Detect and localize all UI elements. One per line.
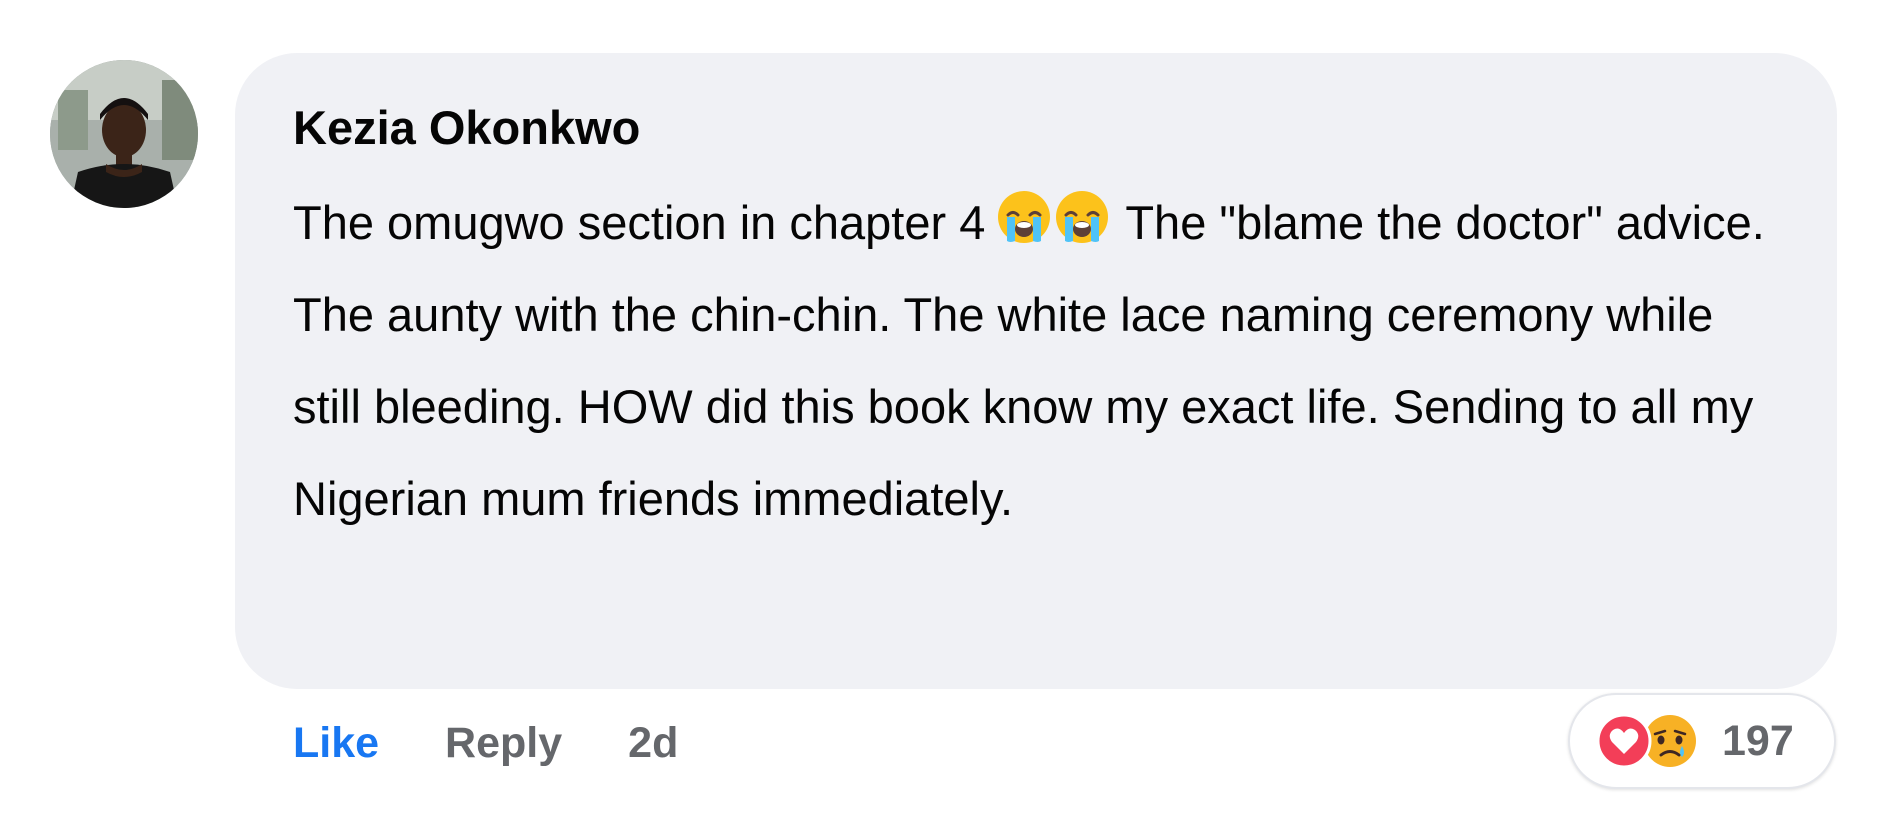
comment-author-name[interactable]: Kezia Okonkwo [293,101,1779,155]
emoji-group [995,191,1111,249]
reaction-count: 197 [1722,716,1794,765]
love-reaction-icon [1596,713,1652,769]
like-button[interactable]: Like [293,719,379,768]
comment-text-part1: The omugwo section in chapter 4 [293,196,986,250]
avatar-photo [50,60,198,208]
avatar[interactable] [50,60,198,208]
reactions-summary[interactable]: 197 [1568,693,1836,789]
comment-actions: Like Reply 2d [293,713,678,773]
comment-timestamp[interactable]: 2d [628,719,678,768]
comment-text: The omugwo section in chapter 4 The "bla… [293,177,1773,545]
reply-button[interactable]: Reply [445,719,562,768]
loudly-crying-face-icon [1054,189,1110,245]
comment-bubble: Kezia Okonkwo The omugwo section in chap… [235,53,1837,689]
loudly-crying-face-icon [996,189,1052,245]
